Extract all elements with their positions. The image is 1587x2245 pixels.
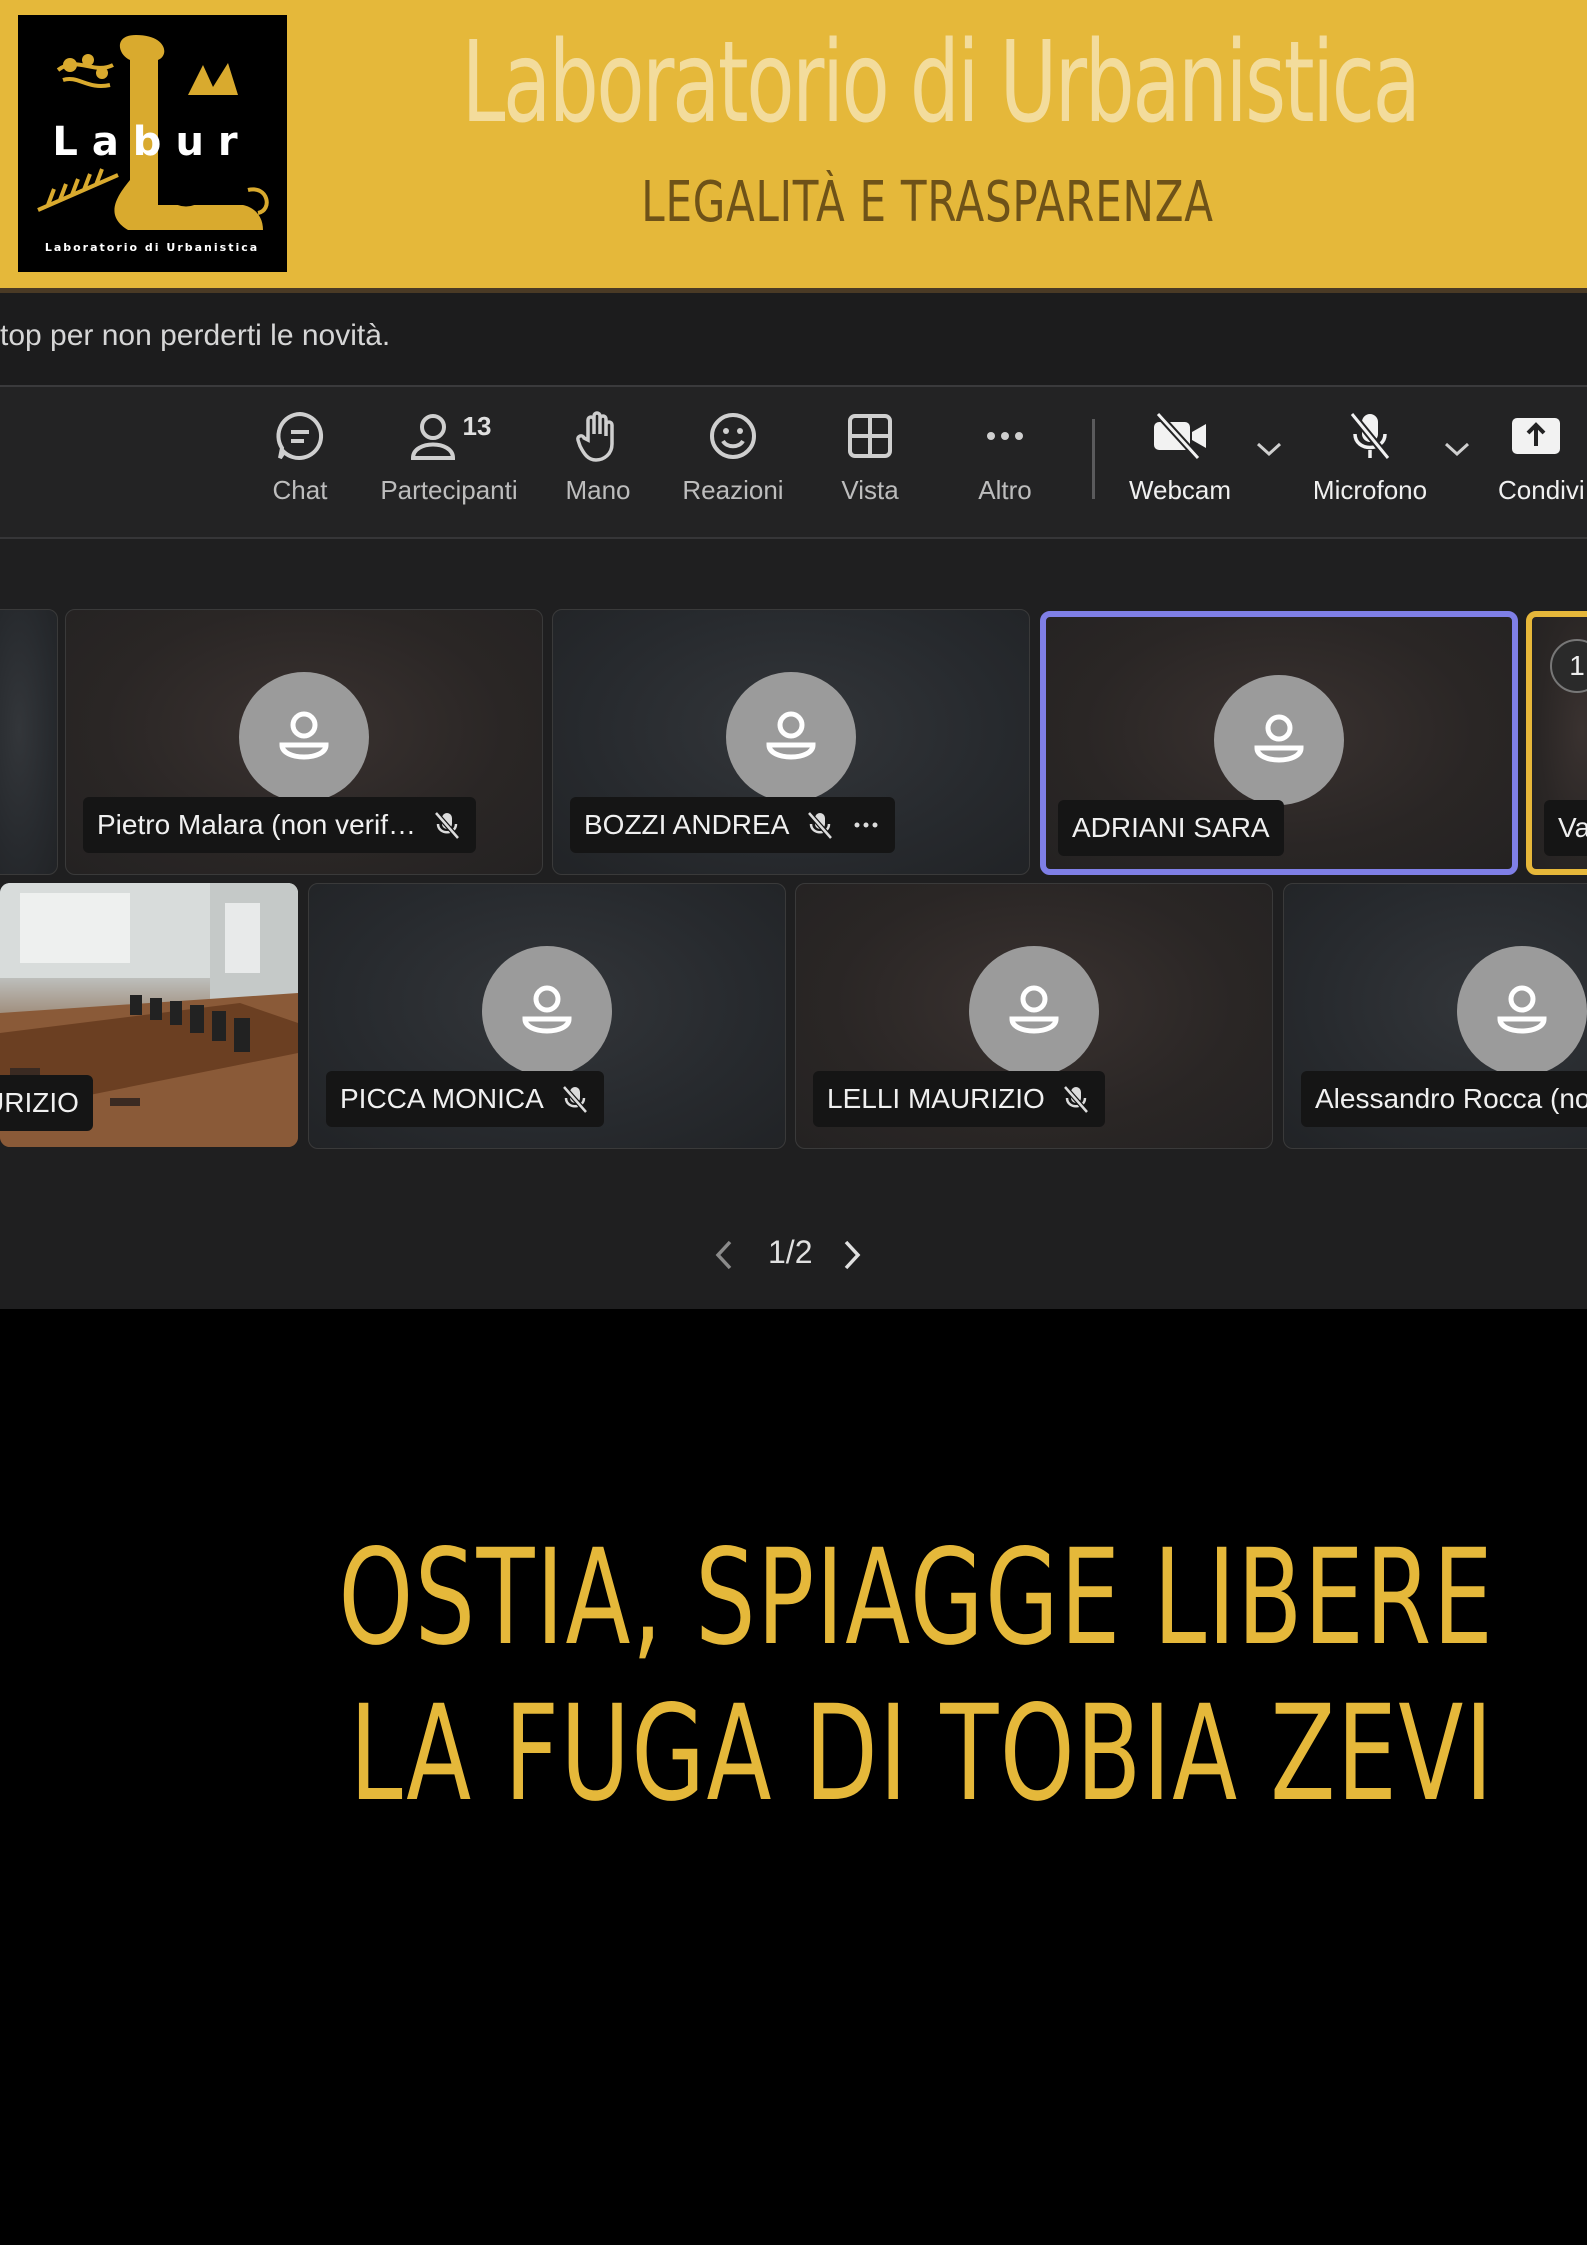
participant-tile-selected[interactable]: ADRIANI SARA bbox=[1040, 611, 1518, 875]
chat-icon bbox=[276, 411, 324, 460]
participants-count: 13 bbox=[462, 411, 492, 441]
view-label: Vista bbox=[841, 475, 899, 505]
camera-off-icon bbox=[1154, 411, 1206, 461]
avatar bbox=[726, 672, 856, 802]
page-title: Laboratorio di Urbanistica bbox=[461, 18, 1421, 148]
share-button[interactable]: Condivi bbox=[1498, 405, 1587, 506]
mic-off-icon bbox=[434, 811, 460, 840]
participant-tile[interactable]: BOZZI ANDREA bbox=[552, 609, 1030, 875]
logo-text: Labur bbox=[52, 119, 251, 165]
share-icon bbox=[1512, 418, 1560, 454]
participant-nametag: Pietro Malara (non verif… bbox=[83, 797, 477, 853]
participant-name: URIZIO bbox=[0, 1087, 79, 1118]
participant-name: Pietro Malara (non verif… bbox=[97, 809, 417, 840]
smiley-icon bbox=[710, 413, 756, 459]
participant-tile[interactable]: PICCA MONICA bbox=[308, 883, 786, 1149]
hand-label: Mano bbox=[565, 475, 631, 505]
participants-label: Partecipanti bbox=[380, 475, 518, 505]
mic-off-icon bbox=[1062, 1085, 1089, 1114]
more-label: Altro bbox=[978, 475, 1032, 505]
logo-caption: Laboratorio di Urbanistica bbox=[45, 241, 259, 254]
participant-tile[interactable]: Alessandro Rocca (no bbox=[1283, 883, 1587, 1149]
headline-line-1: OSTIA, SPIAGGE LIBERE bbox=[338, 1521, 1494, 1675]
meeting-screenshot: top per non perderti le novità. Chat 13 … bbox=[0, 293, 1587, 1309]
microphone-chevron-down-icon[interactable] bbox=[1443, 439, 1471, 459]
webcam-label: Webcam bbox=[1128, 475, 1232, 505]
participant-nametag: PICCA MONICA bbox=[326, 1071, 604, 1127]
more-icon[interactable] bbox=[851, 810, 881, 840]
person-icon bbox=[1009, 985, 1059, 1034]
avatar bbox=[969, 946, 1099, 1076]
participant-nametag: URIZIO bbox=[0, 1075, 93, 1131]
toolbar-separator bbox=[1092, 419, 1095, 499]
webcam-button[interactable]: Webcam bbox=[1125, 405, 1235, 506]
chevron-right-icon[interactable] bbox=[840, 1238, 864, 1272]
microphone-label: Microfono bbox=[1312, 475, 1428, 505]
participant-nametag: ADRIANI SARA bbox=[1058, 800, 1284, 856]
participant-name: LELLI MAURIZIO bbox=[827, 1083, 1045, 1114]
participant-tile-partial[interactable] bbox=[0, 609, 58, 875]
person-icon bbox=[522, 985, 572, 1034]
chat-button[interactable]: Chat bbox=[258, 405, 342, 506]
mic-off-icon bbox=[561, 1085, 588, 1114]
participant-tile[interactable]: Pietro Malara (non verif… bbox=[65, 609, 543, 875]
participant-name: Va bbox=[1558, 812, 1587, 843]
person-icon bbox=[1254, 714, 1304, 763]
participant-tile-speaking[interactable]: 1 Va bbox=[1526, 611, 1587, 875]
header-banner: Labur Laboratorio di Urbanistica Laborat… bbox=[0, 0, 1587, 290]
headline: OSTIA, SPIAGGE LIBERE LA FUGA DI TOBIA Z… bbox=[338, 1520, 1494, 1832]
participant-name: ADRIANI SARA bbox=[1072, 812, 1270, 843]
chat-label: Chat bbox=[272, 475, 328, 505]
hand-button[interactable]: Mano bbox=[556, 405, 640, 506]
avatar bbox=[1457, 946, 1587, 1076]
participant-nametag: Va bbox=[1544, 800, 1587, 856]
tile-badge: 1 bbox=[1550, 639, 1587, 693]
page-subtitle: LEGALITÀ E TRASPARENZA bbox=[641, 170, 1214, 235]
pagination: 1/2 bbox=[700, 1228, 880, 1278]
view-button[interactable]: Vista bbox=[825, 405, 915, 506]
person-icon bbox=[766, 711, 816, 760]
avatar bbox=[482, 946, 612, 1076]
avatar bbox=[239, 672, 369, 802]
more-icon bbox=[987, 432, 1023, 440]
webcam-chevron-down-icon[interactable] bbox=[1255, 439, 1283, 459]
participants-button[interactable]: 13 Partecipanti bbox=[375, 405, 523, 506]
hand-icon bbox=[576, 411, 614, 462]
person-icon bbox=[279, 711, 329, 760]
reactions-button[interactable]: Reazioni bbox=[678, 405, 788, 506]
microphone-button[interactable]: Microfono bbox=[1305, 405, 1435, 506]
reactions-label: Reazioni bbox=[682, 475, 784, 505]
mic-off-icon bbox=[807, 811, 834, 840]
participant-name: Alessandro Rocca (no bbox=[1315, 1083, 1587, 1114]
banner-text: top per non perderti le novità. bbox=[0, 319, 391, 352]
participant-tile[interactable]: LELLI MAURIZIO bbox=[795, 883, 1273, 1149]
notification-banner: top per non perderti le novità. bbox=[0, 293, 1587, 387]
labur-logo: Labur Laboratorio di Urbanistica bbox=[18, 15, 287, 272]
mic-off-icon bbox=[1349, 411, 1391, 461]
person-icon bbox=[1497, 985, 1547, 1034]
participant-name: BOZZI ANDREA bbox=[584, 809, 790, 840]
room-video-tile[interactable]: URIZIO bbox=[0, 883, 298, 1147]
meeting-toolbar: Chat 13 Partecipanti Mano Reazioni Vista… bbox=[0, 387, 1587, 539]
page-indicator: 1/2 bbox=[768, 1234, 813, 1270]
grid-icon bbox=[848, 414, 892, 458]
person-icon bbox=[410, 414, 455, 460]
headline-line-2: LA FUGA DI TOBIA ZEVI bbox=[349, 1677, 1495, 1831]
more-button[interactable]: Altro bbox=[960, 405, 1050, 506]
participant-nametag: BOZZI ANDREA bbox=[570, 797, 896, 853]
share-label: Condivi bbox=[1498, 475, 1585, 505]
participant-name: PICCA MONICA bbox=[340, 1083, 544, 1114]
chevron-left-icon[interactable] bbox=[712, 1238, 736, 1272]
participant-nametag: Alessandro Rocca (no bbox=[1301, 1071, 1587, 1127]
participant-nametag: LELLI MAURIZIO bbox=[813, 1071, 1105, 1127]
avatar bbox=[1214, 675, 1344, 805]
